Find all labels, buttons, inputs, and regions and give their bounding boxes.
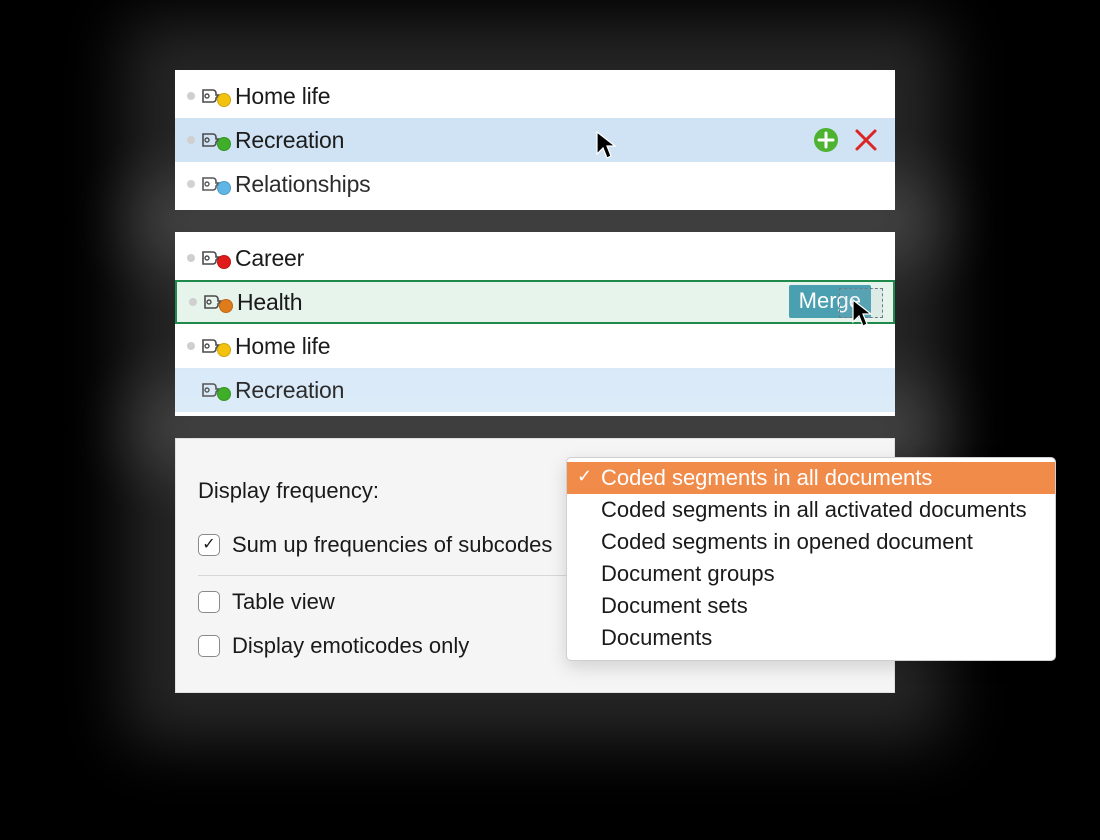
- code-color-dot: [217, 93, 231, 107]
- bullet-icon: [187, 342, 195, 350]
- checkbox-icon[interactable]: [198, 635, 220, 657]
- display-options-panel: Display frequency: Sum up frequencies of…: [175, 438, 895, 693]
- dropdown-item[interactable]: Documents: [567, 622, 1055, 654]
- checkbox-label: Table view: [232, 589, 335, 615]
- bullet-icon: [189, 298, 197, 306]
- code-row-dragging[interactable]: Recreation: [175, 368, 895, 412]
- code-label: Home life: [235, 333, 885, 360]
- code-row[interactable]: Recreation: [175, 118, 895, 162]
- code-color-dot: [217, 255, 231, 269]
- code-color-dot: [217, 137, 231, 151]
- code-label: Recreation: [235, 377, 885, 404]
- code-row[interactable]: Home life: [175, 324, 895, 368]
- code-color-dot: [217, 387, 231, 401]
- display-frequency-label: Display frequency:: [198, 478, 379, 504]
- dropdown-item[interactable]: Coded segments in all documents: [567, 462, 1055, 494]
- code-list-hover-panel: Home life Recreation: [175, 70, 895, 210]
- code-row[interactable]: Home life: [175, 74, 895, 118]
- bullet-icon: [187, 180, 195, 188]
- code-color-dot: [219, 299, 233, 313]
- dropdown-item[interactable]: Document sets: [567, 590, 1055, 622]
- bullet-icon: [187, 254, 195, 262]
- code-label: Relationships: [235, 171, 885, 198]
- checkbox-label: Sum up frequencies of subcodes: [232, 532, 552, 558]
- checkbox-label: Display emoticodes only: [232, 633, 469, 659]
- code-row[interactable]: Relationships: [175, 162, 895, 206]
- code-list-merge-panel: Career Health Merge Home life: [175, 232, 895, 416]
- merge-tooltip: Merge: [789, 285, 871, 318]
- code-label: Home life: [235, 83, 885, 110]
- code-label: Recreation: [235, 127, 813, 154]
- checkbox-icon[interactable]: [198, 534, 220, 556]
- code-row-drop-target[interactable]: Health Merge: [175, 280, 895, 324]
- dropdown-item[interactable]: Coded segments in all activated document…: [567, 494, 1055, 526]
- code-label: Health: [237, 289, 883, 316]
- code-row[interactable]: Career: [175, 236, 895, 280]
- dropdown-item[interactable]: Coded segments in opened document: [567, 526, 1055, 558]
- bullet-icon: [187, 92, 195, 100]
- code-color-dot: [217, 343, 231, 357]
- dropdown-item[interactable]: Document groups: [567, 558, 1055, 590]
- bullet-icon: [187, 136, 195, 144]
- frequency-dropdown-menu: Coded segments in all documents Coded se…: [566, 457, 1056, 661]
- code-color-dot: [217, 181, 231, 195]
- delete-code-button[interactable]: [853, 127, 879, 153]
- code-label: Career: [235, 245, 885, 272]
- checkbox-icon[interactable]: [198, 591, 220, 613]
- add-subcode-button[interactable]: [813, 127, 839, 153]
